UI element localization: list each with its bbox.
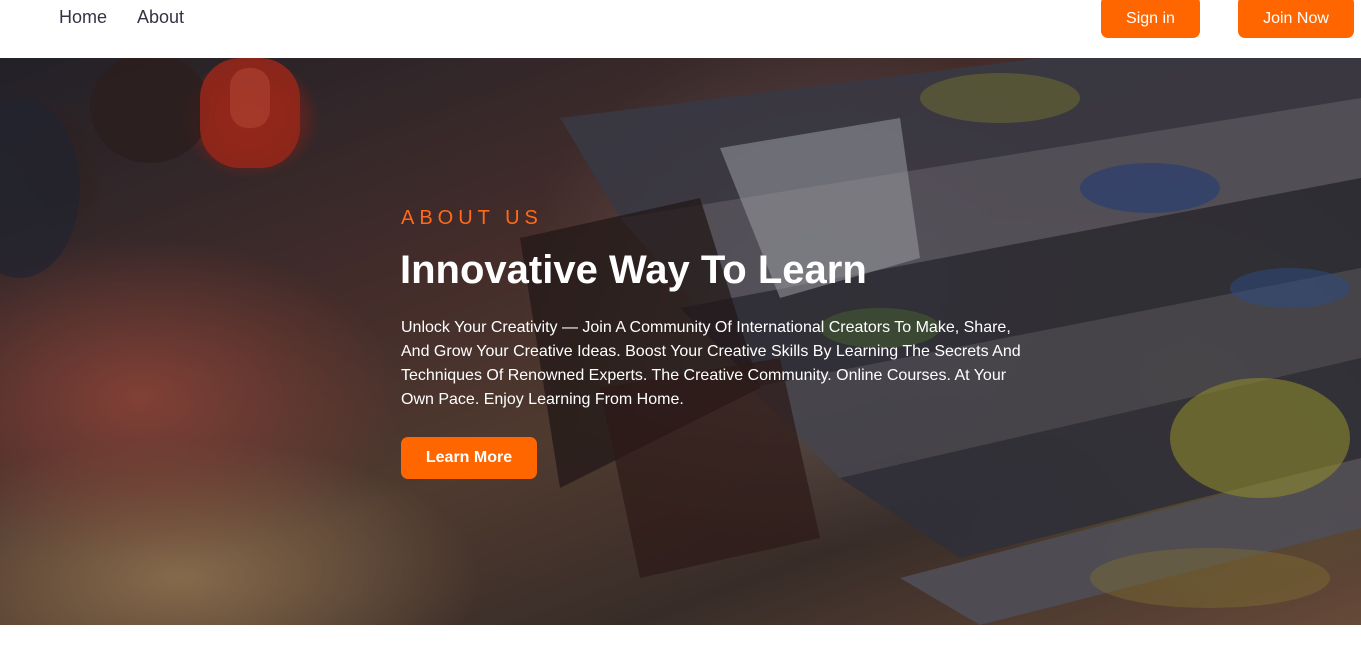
- hero-section: ABOUT US Innovative Way To Learn Unlock …: [0, 58, 1361, 625]
- top-navigation-bar: Home About Sign in Join Now: [0, 0, 1361, 58]
- hero-description: Unlock Your Creativity — Join A Communit…: [401, 319, 1021, 408]
- sign-in-button[interactable]: Sign in: [1101, 0, 1200, 38]
- nav-home-link[interactable]: Home: [59, 6, 107, 28]
- join-now-button[interactable]: Join Now: [1238, 0, 1354, 38]
- learn-more-button[interactable]: Learn More: [401, 437, 537, 479]
- hero-eyebrow: ABOUT US: [401, 207, 543, 229]
- hero-title: Innovative Way To Learn: [400, 248, 867, 292]
- nav-about-link[interactable]: About: [137, 6, 184, 28]
